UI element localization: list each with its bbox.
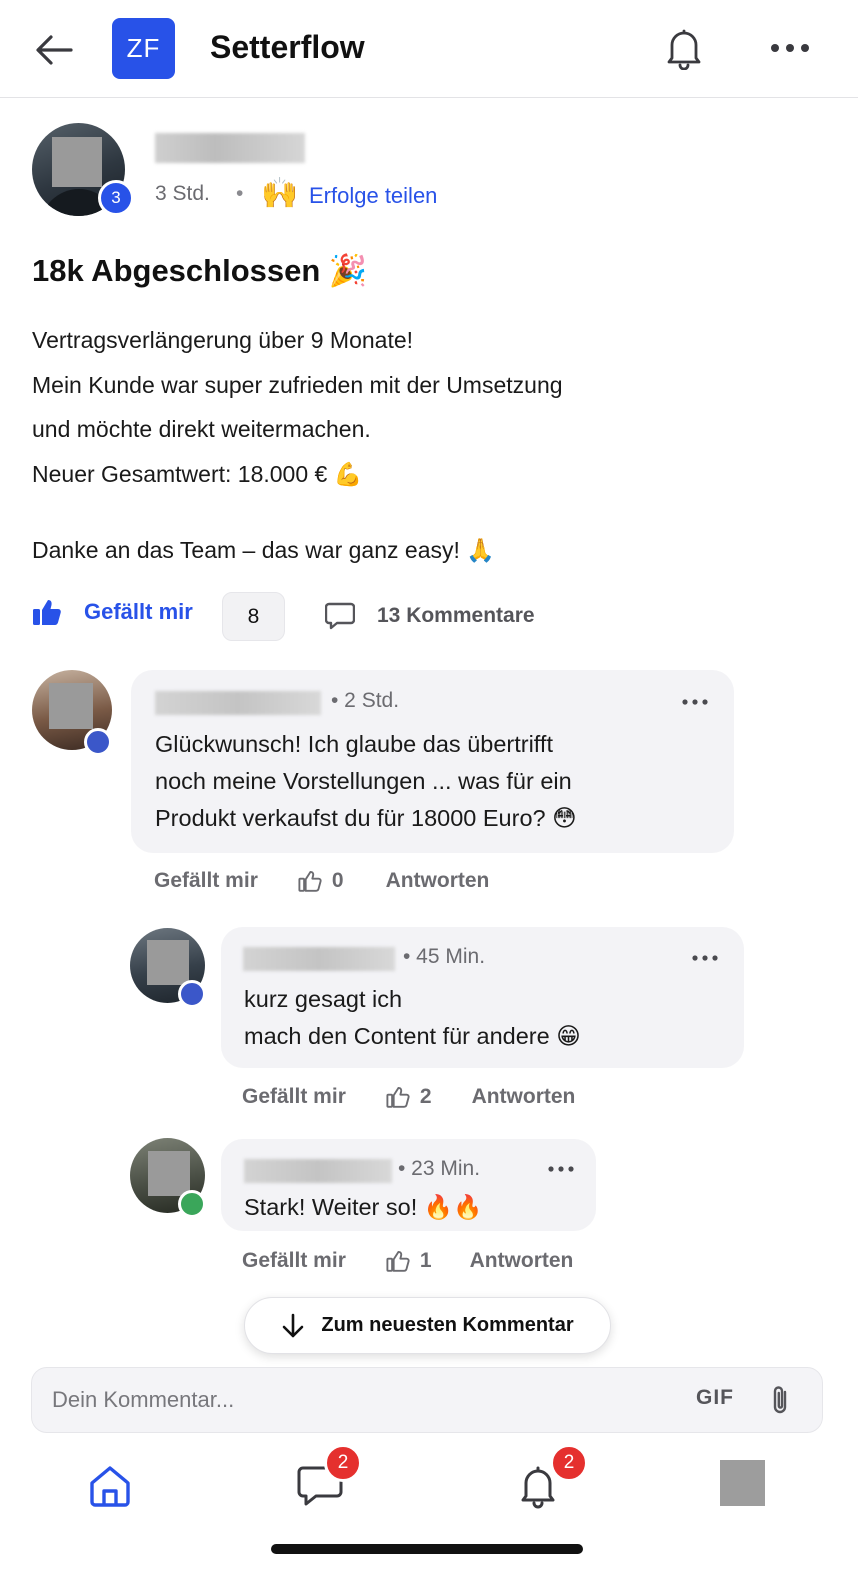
thumbs-up-icon (386, 1087, 410, 1108)
arrow-left-icon (36, 35, 73, 65)
tab-profile-avatar[interactable] (720, 1460, 765, 1506)
arrow-down-icon (283, 1313, 304, 1337)
comment-icon (325, 602, 355, 630)
like-count[interactable]: 8 (222, 592, 285, 641)
category-emoji: 🙌 (261, 177, 299, 210)
thumbs-up-icon (298, 871, 322, 892)
comment-text: Stark! Weiter so! 🔥🔥 (244, 1194, 483, 1220)
more-horizontal-icon (548, 1166, 574, 1172)
post-body-line: Vertragsverlängerung über 9 Monate! (32, 327, 414, 353)
jump-to-newest-button[interactable]: Zum neuesten Kommentar (244, 1297, 611, 1354)
more-horizontal-icon (771, 44, 809, 52)
bell-icon (667, 29, 701, 70)
comment-like-button[interactable]: Gefällt mir (242, 1249, 346, 1273)
avatar-face-blur (52, 137, 102, 187)
notifications-button[interactable] (660, 24, 708, 72)
category-link[interactable]: Erfolge teilen (309, 183, 437, 209)
comment-bubble: • 2 Std. Glückwunsch! Ich glaube das übe… (131, 670, 734, 853)
comment-actions: Gefällt mir 2 Antworten (242, 1085, 575, 1109)
post-title: 18k Abgeschlossen 🎉 (32, 253, 368, 288)
post-body-line: Neuer Gesamtwert: 18.000 € 💪 (32, 460, 363, 487)
post-body-line: Mein Kunde war super zufrieden mit der U… (32, 371, 563, 398)
comment-actions: Gefällt mir 1 Antworten (242, 1249, 573, 1273)
comment-more-button[interactable] (687, 948, 723, 968)
commenter-name-redacted[interactable] (244, 1159, 392, 1183)
notifications-badge: 2 (550, 1444, 588, 1482)
community-logo[interactable]: ZF (112, 18, 175, 79)
comments-count-label: 13 Kommentare (377, 604, 535, 627)
thumbs-up-filled-icon (33, 600, 61, 625)
like-button[interactable]: Gefällt mir (32, 598, 193, 626)
comment-timestamp: • 45 Min. (403, 945, 486, 968)
post-body-line: und möchte direkt weitermachen. (32, 416, 371, 442)
paperclip-icon (773, 1386, 787, 1414)
comment-bubble: • 45 Min. kurz gesagt ich mach den Conte… (221, 927, 744, 1068)
status-indicator (84, 728, 112, 756)
attach-button[interactable] (764, 1382, 796, 1418)
comments-button[interactable]: 13 Kommentare (325, 602, 535, 630)
comment-bubble: • 23 Min. Stark! Weiter so! 🔥🔥 (221, 1139, 596, 1231)
comment-actions: Gefällt mir 0 Antworten (154, 869, 489, 893)
gif-button[interactable]: GIF (696, 1386, 734, 1410)
more-horizontal-icon (692, 955, 718, 961)
commenter-name-redacted[interactable] (243, 947, 395, 971)
comment-timestamp: • 23 Min. (398, 1157, 481, 1180)
comment-reply-button[interactable]: Antworten (472, 1085, 576, 1109)
comment-like-count[interactable]: 2 (386, 1085, 432, 1109)
comment-reply-button[interactable]: Antworten (386, 869, 490, 893)
post-body: Vertragsverlängerung über 9 Monate! Mein… (32, 318, 812, 573)
chat-badge: 2 (324, 1444, 362, 1482)
author-name-redacted[interactable] (155, 133, 305, 163)
back-button[interactable] (32, 28, 76, 72)
comment-more-button[interactable] (677, 692, 713, 712)
comment-like-count[interactable]: 1 (386, 1249, 432, 1273)
comment-more-button[interactable] (543, 1159, 579, 1179)
like-label: Gefällt mir (84, 599, 193, 624)
comment-like-button[interactable]: Gefällt mir (242, 1085, 346, 1109)
status-indicator (178, 980, 206, 1008)
tab-home[interactable] (80, 1458, 140, 1514)
comment-composer: GIF (31, 1367, 823, 1433)
page-title: Setterflow (210, 29, 365, 65)
more-horizontal-icon (682, 699, 708, 705)
thumbs-up-icon (386, 1251, 410, 1272)
home-indicator (271, 1544, 583, 1554)
level-badge: 3 (98, 180, 134, 216)
comment-input[interactable] (52, 1380, 652, 1420)
more-options-button[interactable] (766, 28, 814, 68)
comment-reply-button[interactable]: Antworten (470, 1249, 574, 1273)
status-indicator (178, 1190, 206, 1218)
commenter-name-redacted[interactable] (155, 691, 321, 715)
comment-timestamp: • 2 Std. (331, 689, 400, 712)
post-body-closing: Danke an das Team – das war ganz easy! 🙏 (32, 537, 495, 563)
jump-label: Zum neuesten Kommentar (321, 1314, 574, 1336)
comment-text: kurz gesagt ich mach den Content für and… (244, 986, 581, 1049)
separator-dot: • (236, 182, 244, 205)
comment-like-count[interactable]: 0 (298, 869, 344, 893)
comment-text: Glückwunsch! Ich glaube das übertrifft n… (155, 731, 577, 831)
post-timestamp: 3 Std. (155, 182, 210, 205)
app-header: ZF Setterflow (0, 0, 858, 98)
comment-like-button[interactable]: Gefällt mir (154, 869, 258, 893)
home-icon (90, 1466, 130, 1507)
